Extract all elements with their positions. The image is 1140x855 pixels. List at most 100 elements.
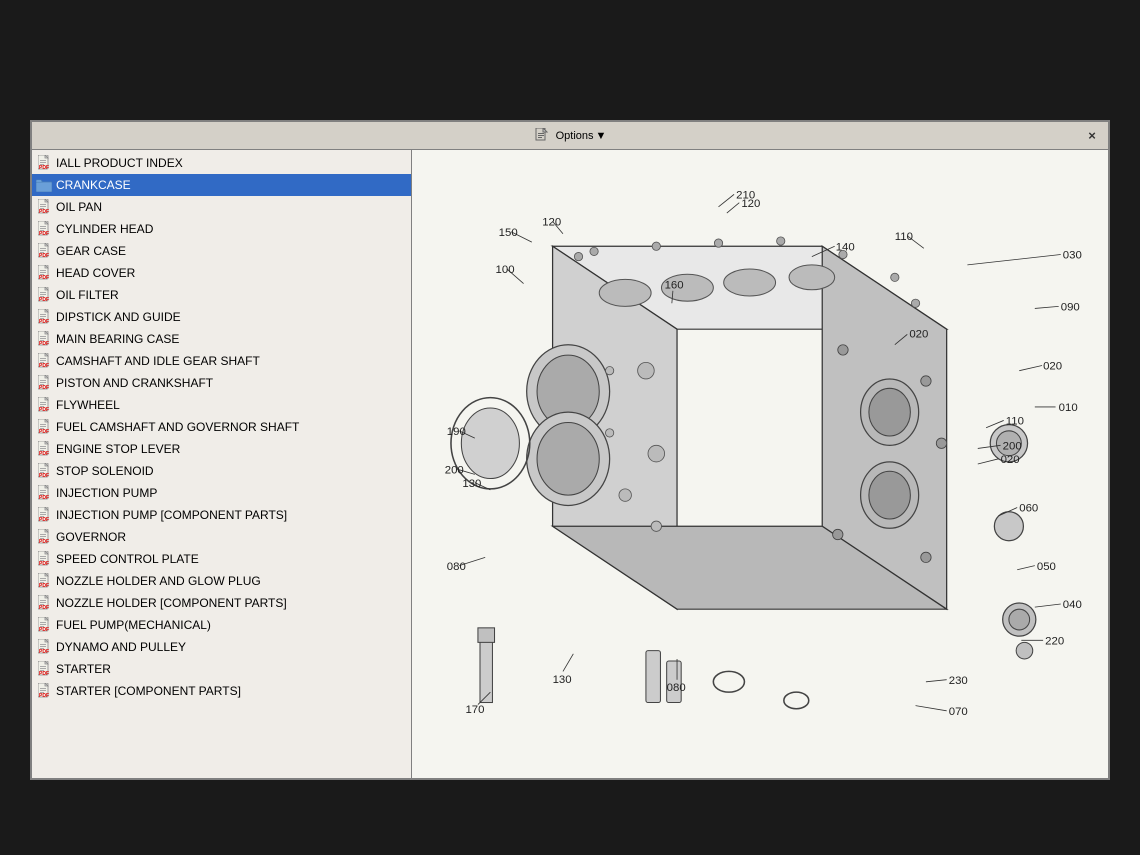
sidebar-item-oil-filter[interactable]: PDF OIL FILTER: [32, 284, 411, 306]
sidebar-item-all-product-index[interactable]: PDF IALL PRODUCT INDEX: [32, 152, 411, 174]
svg-text:PDF: PDF: [39, 671, 49, 677]
sidebar-item-label: STARTER: [56, 662, 111, 676]
svg-text:090: 090: [1061, 302, 1080, 314]
svg-text:200: 200: [1003, 440, 1022, 452]
sidebar-item-label: DYNAMO AND PULLEY: [56, 640, 186, 654]
pdf-icon: PDF: [36, 507, 52, 523]
sidebar-item-crankcase[interactable]: CRANKCASE: [32, 174, 411, 196]
svg-text:130: 130: [553, 674, 572, 686]
sidebar-item-label: CRANKCASE: [56, 178, 131, 192]
svg-text:PDF: PDF: [39, 209, 49, 215]
sidebar-item-fuel-pump-mechanical[interactable]: PDF FUEL PUMP(MECHANICAL): [32, 614, 411, 636]
sidebar-item-label: INJECTION PUMP: [56, 486, 157, 500]
sidebar-list[interactable]: PDF IALL PRODUCT INDEX CRANKCASE PDF OIL…: [32, 150, 411, 778]
pdf-icon: PDF: [36, 221, 52, 237]
sidebar-item-cylinder-head[interactable]: PDF CYLINDER HEAD: [32, 218, 411, 240]
sidebar-item-label: INJECTION PUMP [COMPONENT PARTS]: [56, 508, 287, 522]
svg-text:020: 020: [909, 328, 928, 340]
sidebar-item-starter[interactable]: PDF STARTER: [32, 658, 411, 680]
sidebar-item-label: GEAR CASE: [56, 244, 126, 258]
svg-text:030: 030: [1063, 250, 1082, 262]
svg-text:080: 080: [667, 682, 686, 694]
svg-text:PDF: PDF: [39, 583, 49, 589]
pdf-icon: PDF: [36, 331, 52, 347]
pdf-icon: PDF: [36, 441, 52, 457]
sidebar-item-nozzle-holder-glow-plug[interactable]: PDF NOZZLE HOLDER AND GLOW PLUG: [32, 570, 411, 592]
svg-text:100: 100: [496, 264, 515, 276]
diagram-container: text.label { font-size: 11px; font-famil…: [412, 150, 1108, 778]
sidebar-item-label: GOVERNOR: [56, 530, 126, 544]
sidebar-item-label: NOZZLE HOLDER [COMPONENT PARTS]: [56, 596, 287, 610]
sidebar-item-oil-pan[interactable]: PDF OIL PAN: [32, 196, 411, 218]
sidebar-item-label: STARTER [COMPONENT PARTS]: [56, 684, 241, 698]
svg-text:070: 070: [949, 706, 968, 718]
pdf-icon: PDF: [36, 617, 52, 633]
sidebar-item-speed-control-plate[interactable]: PDF SPEED CONTROL PLATE: [32, 548, 411, 570]
svg-text:PDF: PDF: [39, 385, 49, 391]
svg-text:190: 190: [447, 426, 466, 438]
title-bar: Options ▼ ×: [32, 122, 1108, 150]
svg-text:200: 200: [445, 464, 464, 476]
svg-text:PDF: PDF: [39, 495, 49, 501]
pdf-icon: PDF: [36, 287, 52, 303]
dropdown-arrow-icon: ▼: [596, 130, 607, 142]
sidebar-item-label: FLYWHEEL: [56, 398, 120, 412]
sidebar-item-label: NOZZLE HOLDER AND GLOW PLUG: [56, 574, 261, 588]
sidebar-item-label: OIL PAN: [56, 200, 102, 214]
svg-text:PDF: PDF: [39, 407, 49, 413]
svg-text:PDF: PDF: [39, 451, 49, 457]
sidebar-item-label: FUEL CAMSHAFT AND GOVERNOR SHAFT: [56, 420, 299, 434]
sidebar-item-injection-pump-component[interactable]: PDF INJECTION PUMP [COMPONENT PARTS]: [32, 504, 411, 526]
sidebar-item-dynamo-pulley[interactable]: PDF DYNAMO AND PULLEY: [32, 636, 411, 658]
pdf-icon: PDF: [36, 265, 52, 281]
sidebar-item-gear-case[interactable]: PDF GEAR CASE: [32, 240, 411, 262]
sidebar-item-dipstick-guide[interactable]: PDF DIPSTICK AND GUIDE: [32, 306, 411, 328]
svg-text:PDF: PDF: [39, 561, 49, 567]
pdf-icon: PDF: [36, 595, 52, 611]
pdf-icon: PDF: [36, 353, 52, 369]
svg-text:220: 220: [1045, 635, 1064, 647]
svg-text:PDF: PDF: [39, 275, 49, 281]
svg-text:120: 120: [542, 216, 561, 228]
svg-text:020: 020: [1043, 361, 1062, 373]
svg-text:PDF: PDF: [39, 517, 49, 523]
options-label: Options: [556, 130, 594, 142]
document-icon: [534, 128, 550, 144]
sidebar-item-injection-pump[interactable]: PDF INJECTION PUMP: [32, 482, 411, 504]
content-area: PDF IALL PRODUCT INDEX CRANKCASE PDF OIL…: [32, 150, 1108, 778]
sidebar-item-nozzle-holder-component[interactable]: PDF NOZZLE HOLDER [COMPONENT PARTS]: [32, 592, 411, 614]
sidebar-item-piston-crankshaft[interactable]: PDF PISTON AND CRANKSHAFT: [32, 372, 411, 394]
svg-text:110: 110: [895, 231, 913, 243]
sidebar-item-governor[interactable]: PDF GOVERNOR: [32, 526, 411, 548]
svg-text:010: 010: [1059, 402, 1078, 414]
sidebar-item-starter-component[interactable]: PDF STARTER [COMPONENT PARTS]: [32, 680, 411, 702]
pdf-icon: PDF: [36, 243, 52, 259]
sidebar-item-main-bearing-case[interactable]: PDF MAIN BEARING CASE: [32, 328, 411, 350]
sidebar-item-flywheel[interactable]: PDF FLYWHEEL: [32, 394, 411, 416]
sidebar-item-label: STOP SOLENOID: [56, 464, 154, 478]
pdf-icon: PDF: [36, 485, 52, 501]
pdf-icon: PDF: [36, 155, 52, 171]
sidebar-item-engine-stop-lever[interactable]: PDF ENGINE STOP LEVER: [32, 438, 411, 460]
sidebar-item-label: OIL FILTER: [56, 288, 119, 302]
sidebar-item-label: IALL PRODUCT INDEX: [56, 156, 183, 170]
sidebar-item-camshaft-idle-gear[interactable]: PDF CAMSHAFT AND IDLE GEAR SHAFT: [32, 350, 411, 372]
pdf-icon: PDF: [36, 463, 52, 479]
pdf-icon: PDF: [36, 661, 52, 677]
sidebar-item-fuel-camshaft-governor[interactable]: PDF FUEL CAMSHAFT AND GOVERNOR SHAFT: [32, 416, 411, 438]
close-button[interactable]: ×: [1084, 128, 1100, 144]
svg-text:PDF: PDF: [39, 297, 49, 303]
pdf-icon: PDF: [36, 573, 52, 589]
sidebar-item-stop-solenoid[interactable]: PDF STOP SOLENOID: [32, 460, 411, 482]
svg-text:160: 160: [665, 280, 684, 292]
pdf-icon: PDF: [36, 529, 52, 545]
sidebar-item-label: SPEED CONTROL PLATE: [56, 552, 199, 566]
svg-text:PDF: PDF: [39, 429, 49, 435]
svg-text:080: 080: [447, 561, 466, 573]
svg-text:020: 020: [1001, 454, 1020, 466]
sidebar-item-head-cover[interactable]: PDF HEAD COVER: [32, 262, 411, 284]
svg-text:040: 040: [1063, 599, 1082, 611]
diagram-area: text.label { font-size: 11px; font-famil…: [412, 150, 1108, 778]
svg-text:PDF: PDF: [39, 693, 49, 699]
options-button[interactable]: Options ▼: [556, 130, 607, 142]
